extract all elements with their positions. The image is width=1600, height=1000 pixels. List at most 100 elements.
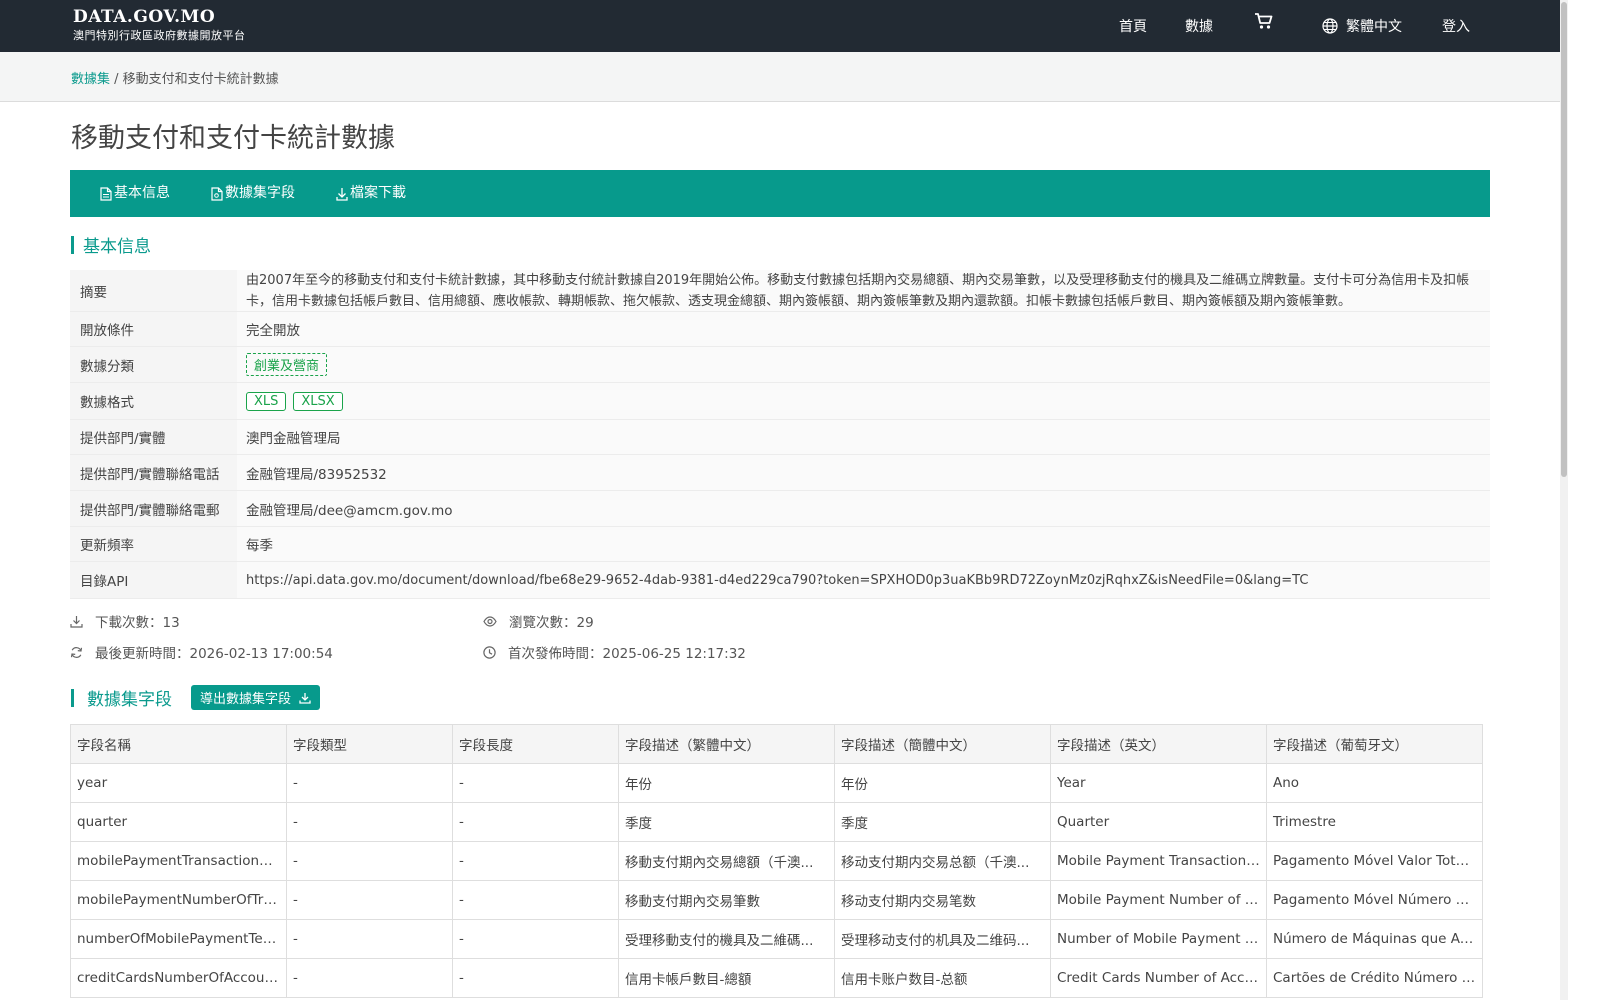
info-row-phone: 提供部門/實體聯絡電話 金融管理局/83952532 [70, 455, 1490, 491]
info-row-api: 目錄API https://api.data.gov.mo/document/d… [70, 562, 1490, 599]
nav-data[interactable]: 數據 [1185, 16, 1213, 36]
table-cell: Mobile Payment Transaction V... [1050, 841, 1267, 881]
main-nav: 首頁 數據 繁體中文 登入 [0, 0, 1560, 52]
table-cell: mobilePaymentTransactionVal... [70, 841, 287, 881]
table-cell: quarter [70, 802, 287, 842]
column-header: 字段描述（英文） [1050, 724, 1267, 764]
table-cell: 移动支付期内交易总额（千澳... [834, 841, 1051, 881]
globe-icon [1322, 18, 1338, 34]
download-count-text: 下載次數：13 [95, 615, 180, 631]
table-cell: 季度 [834, 802, 1051, 842]
tab-fields-label: 數據集字段 [225, 185, 295, 201]
basic-info-heading-text: 基本信息 [83, 237, 151, 257]
top-navbar: DATA.GOV.MO 澳門特別行政區政府數據開放平台 首頁 數據 繁體中文 登… [0, 0, 1560, 52]
info-label: 開放條件 [70, 312, 237, 346]
table-cell: 季度 [618, 802, 835, 842]
scrollbar-thumb[interactable] [1561, 2, 1567, 477]
nav-login[interactable]: 登入 [1442, 16, 1470, 36]
info-row-open-condition: 開放條件 完全開放 [70, 312, 1490, 347]
file-search-icon [211, 186, 223, 201]
table-row: mobilePaymentNumberOfTran... - - 移動支付期內交易筆數… [70, 880, 1483, 920]
page-scrollbar[interactable] [1560, 0, 1568, 1000]
column-header: 字段描述（簡體中文） [834, 724, 1051, 764]
download-count: 下載次數：13 [70, 611, 180, 631]
table-cell: - [286, 919, 453, 959]
info-row-format: 數據格式 XLS XLSX [70, 383, 1490, 420]
column-header: 字段長度 [452, 724, 619, 764]
table-cell: - [286, 880, 453, 920]
table-cell: 移动支付期内交易笔数 [834, 880, 1051, 920]
page-title: 移動支付和支付卡統計數據 [71, 123, 395, 154]
heading-accent-bar [71, 235, 74, 254]
column-header: 字段描述（繁體中文） [618, 724, 835, 764]
table-cell: 年份 [618, 763, 835, 803]
abstract-value: 由2007年至今的移動支付和支付卡統計數據，其中移動支付統計數據自2019年開始… [237, 270, 1490, 311]
frequency-value: 每季 [237, 527, 1490, 561]
table-header-row: 字段名稱 字段類型 字段長度 字段描述（繁體中文） 字段描述（簡體中文） 字段描… [70, 724, 1483, 764]
table-cell: 移動支付期內交易總額（千澳... [618, 841, 835, 881]
info-row-abstract: 摘要 由2007年至今的移動支付和支付卡統計數據，其中移動支付統計數據自2019… [70, 270, 1490, 312]
last-updated-text: 最後更新時間：2026-02-13 17:00:54 [95, 646, 333, 662]
heading-accent-bar [71, 688, 74, 707]
column-header: 字段類型 [286, 724, 453, 764]
breadcrumb-current: 移動支付和支付卡統計數據 [122, 72, 279, 87]
provider-value: 澳門金融管理局 [237, 420, 1490, 454]
table-cell: 受理移動支付的機具及二維碼... [618, 919, 835, 959]
table-cell: - [452, 919, 619, 959]
cart-icon[interactable] [1254, 12, 1274, 30]
tab-basic-info[interactable]: 基本信息 [100, 170, 170, 217]
nav-home[interactable]: 首頁 [1119, 16, 1147, 36]
language-label: 繁體中文 [1346, 19, 1402, 35]
format-tag-xlsx[interactable]: XLSX [293, 391, 343, 411]
table-cell: - [286, 802, 453, 842]
breadcrumb-root-link[interactable]: 數據集 [71, 72, 110, 87]
table-cell: Cartões de Crédito Número de... [1266, 958, 1483, 998]
table-row: year - - 年份 年份 Year Ano [70, 763, 1483, 803]
table-cell: 受理移动支付的机具及二维码... [834, 919, 1051, 959]
basic-info-table: 摘要 由2007年至今的移動支付和支付卡統計數據，其中移動支付統計數據自2019… [70, 270, 1490, 599]
table-cell: 信用卡帳戶數目-總額 [618, 958, 835, 998]
tab-download-label: 檔案下載 [350, 185, 406, 201]
table-cell: - [452, 802, 619, 842]
category-tag[interactable]: 創業及營商 [246, 353, 328, 376]
last-updated: 最後更新時間：2026-02-13 17:00:54 [70, 642, 333, 662]
info-label: 數據分類 [70, 347, 237, 382]
table-cell: 移動支付期內交易筆數 [618, 880, 835, 920]
language-switcher[interactable]: 繁體中文 [1322, 16, 1402, 36]
fields-table: 字段名稱 字段類型 字段長度 字段描述（繁體中文） 字段描述（簡體中文） 字段描… [70, 724, 1483, 998]
clock-icon [483, 645, 496, 659]
table-cell: Pagamento Móvel Valor Total d... [1266, 841, 1483, 881]
info-label: 提供部門/實體聯絡電話 [70, 455, 237, 490]
basic-info-heading: 基本信息 [71, 232, 151, 257]
table-row: quarter - - 季度 季度 Quarter Trimestre [70, 802, 1483, 842]
table-cell: - [452, 841, 619, 881]
info-label: 提供部門/實體 [70, 420, 237, 454]
format-tag-xls[interactable]: XLS [246, 391, 287, 411]
tab-download[interactable]: 檔案下載 [336, 170, 406, 217]
table-cell: Trimestre [1266, 802, 1483, 842]
phone-value: 金融管理局/83952532 [237, 455, 1490, 490]
eye-icon [483, 615, 497, 627]
open-condition-value: 完全開放 [237, 312, 1490, 346]
info-row-email: 提供部門/實體聯絡電郵 金融管理局/dee@amcm.gov.mo [70, 491, 1490, 527]
info-row-provider: 提供部門/實體 澳門金融管理局 [70, 420, 1490, 455]
table-row: mobilePaymentTransactionVal... - - 移動支付期內交易… [70, 841, 1483, 881]
table-row: numberOfMobilePaymentTermi... - - 受理移動支付的機具… [70, 919, 1483, 959]
table-cell: creditCardsNumberOfAccount... [70, 958, 287, 998]
breadcrumb: 數據集 / 移動支付和支付卡統計數據 [71, 68, 279, 87]
table-cell: Ano [1266, 763, 1483, 803]
table-cell: - [286, 841, 453, 881]
api-url[interactable]: https://api.data.gov.mo/document/downloa… [237, 562, 1490, 598]
info-label: 提供部門/實體聯絡電郵 [70, 491, 237, 526]
table-cell: Mobile Payment Number of Tr... [1050, 880, 1267, 920]
table-cell: Pagamento Móvel Número de ... [1266, 880, 1483, 920]
export-fields-label: 導出數據集字段 [200, 692, 292, 707]
tab-fields[interactable]: 數據集字段 [211, 170, 295, 217]
table-cell: Number of Mobile Payment Ter... [1050, 919, 1267, 959]
table-cell: - [452, 880, 619, 920]
table-cell: Credit Cards Number of Accou... [1050, 958, 1267, 998]
info-row-frequency: 更新頻率 每季 [70, 527, 1490, 562]
fields-heading-text: 數據集字段 [87, 690, 172, 710]
download-icon [336, 187, 348, 201]
export-fields-button[interactable]: 導出數據集字段 [191, 685, 321, 710]
